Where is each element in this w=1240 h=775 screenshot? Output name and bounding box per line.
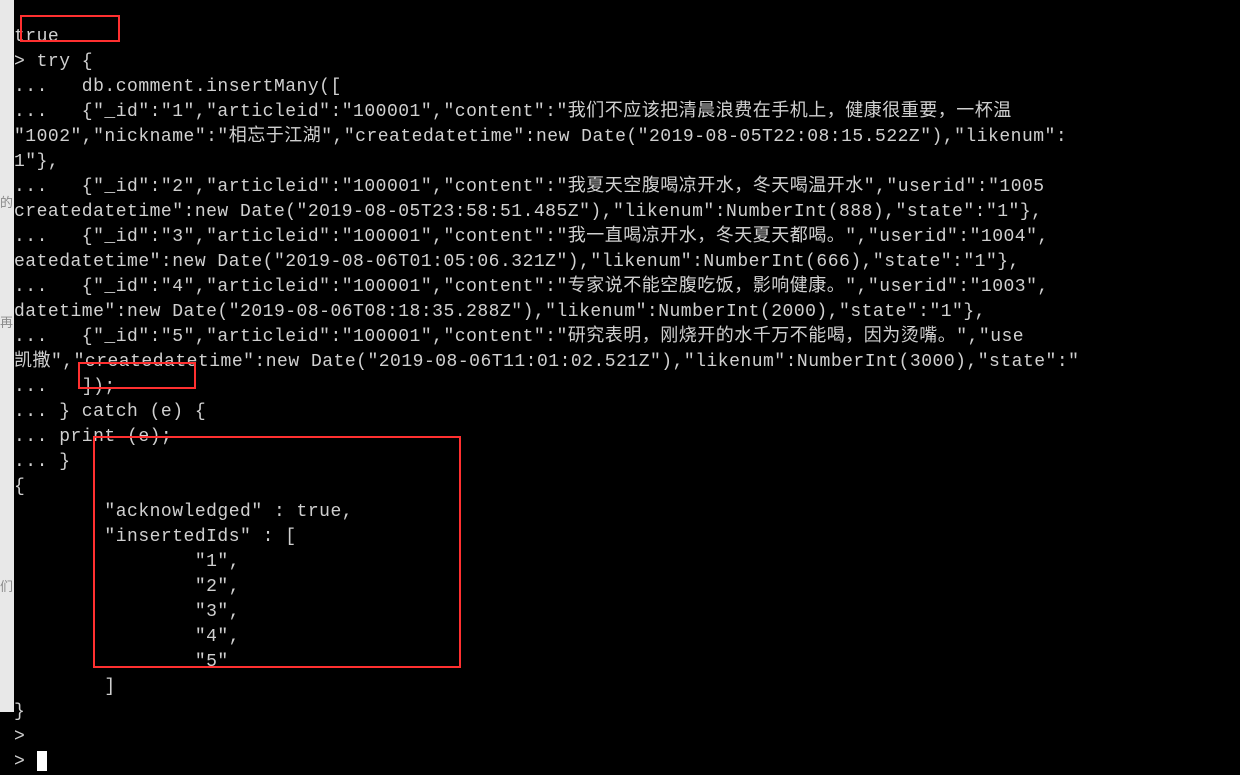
terminal-line: ... {"_id":"3","articleid":"100001","con… — [14, 227, 1049, 247]
gutter-char: 再 — [0, 312, 14, 336]
terminal-line: ... ]); — [14, 377, 116, 397]
terminal-cursor — [37, 751, 47, 771]
terminal-line: ... } — [14, 452, 71, 472]
terminal-line: createdatetime":new Date("2019-08-05T23:… — [14, 202, 1042, 222]
terminal-line: ... {"_id":"5","articleid":"100001","con… — [14, 327, 1024, 347]
terminal-line: "3", — [14, 602, 240, 622]
terminal-line: datetime":new Date("2019-08-06T08:18:35.… — [14, 302, 986, 322]
terminal-line: true — [14, 27, 59, 47]
terminal-line: ... {"_id":"2","articleid":"100001","con… — [14, 177, 1045, 197]
gutter-char: 的 — [0, 192, 14, 216]
terminal-line: } — [14, 702, 25, 722]
terminal-line: ] — [14, 677, 116, 697]
terminal-line: ... {"_id":"4","articleid":"100001","con… — [14, 277, 1049, 297]
terminal-line: 1"}, — [14, 152, 59, 172]
terminal-line: "5" — [14, 652, 229, 672]
terminal-line: ... } catch (e) { — [14, 402, 206, 422]
terminal-line: { — [14, 477, 25, 497]
terminal-line: "acknowledged" : true, — [14, 502, 353, 522]
terminal-line: "2", — [14, 577, 240, 597]
terminal-line: ... print (e); — [14, 427, 172, 447]
editor-gutter: 的 再 们 — [0, 0, 14, 712]
terminal-line: ... {"_id":"1","articleid":"100001","con… — [14, 102, 1012, 122]
terminal-line: ... db.comment.insertMany([ — [14, 77, 342, 97]
gutter-char: 们 — [0, 576, 14, 600]
terminal-line: "4", — [14, 627, 240, 647]
terminal-line: eatedatetime":new Date("2019-08-06T01:05… — [14, 252, 1020, 272]
terminal-line: 凯撒","createdatetime":new Date("2019-08-0… — [14, 352, 1079, 372]
terminal-line: "1002","nickname":"相忘于江湖","createdatetim… — [14, 127, 1067, 147]
terminal-line: "insertedIds" : [ — [14, 527, 297, 547]
terminal-line: > — [14, 727, 25, 747]
terminal-line: > — [14, 752, 37, 772]
terminal-output[interactable]: true > try { ... db.comment.insertMany([… — [14, 0, 1240, 775]
terminal-line: "1", — [14, 552, 240, 572]
terminal-line: > try { — [14, 52, 93, 72]
